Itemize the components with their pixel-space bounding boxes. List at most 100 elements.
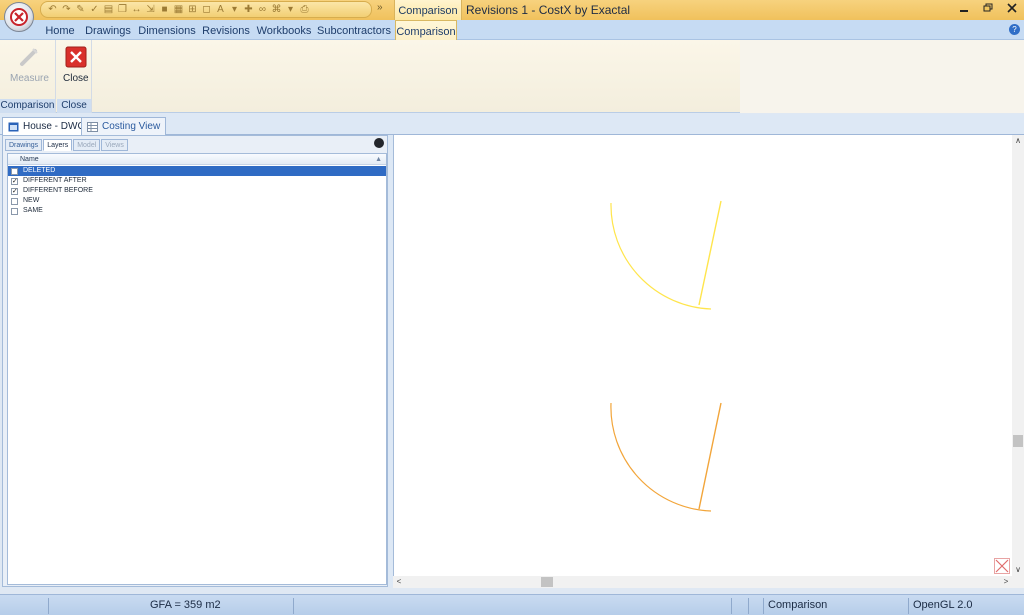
application-menu-button[interactable]: [4, 2, 34, 32]
add-icon[interactable]: ✚: [243, 4, 254, 15]
status-mode: Comparison: [768, 599, 828, 611]
column-header-name[interactable]: Name ▲: [8, 154, 386, 165]
doc-tab-label: Costing View: [102, 121, 161, 132]
status-separator: [763, 598, 764, 614]
status-separator: [748, 598, 749, 614]
layer-list: Name ▲ DELETED ✓ DIFFERENT AFTER ✓ DIFFE…: [7, 153, 387, 585]
scroll-down-icon[interactable]: ∨: [1012, 564, 1024, 576]
close-window-button[interactable]: [1000, 0, 1024, 16]
status-separator: [908, 598, 909, 614]
minimize-button[interactable]: [952, 0, 976, 16]
help-icon[interactable]: ?: [1009, 24, 1020, 35]
spreadsheet-icon: [87, 121, 98, 132]
restore-button[interactable]: [976, 0, 1000, 16]
scroll-right-icon[interactable]: >: [1000, 576, 1012, 588]
status-separator: [731, 598, 732, 614]
grid-icon[interactable]: ⊞: [187, 4, 198, 15]
status-bar: GFA = 359 m2 Comparison OpenGL 2.0: [0, 594, 1024, 615]
layer-name: DELETED: [23, 167, 56, 174]
panel-tab-model[interactable]: Model: [73, 139, 101, 151]
toolbar-overflow[interactable]: »: [377, 2, 383, 13]
document-tab-bar: House - DWG 2 Costing View: [0, 114, 1024, 135]
ribbon-tab-row: Home Drawings Dimensions Revisions Workb…: [0, 20, 1024, 41]
close-icon: [1007, 3, 1017, 13]
panel-tab-drawings[interactable]: Drawings: [5, 139, 43, 151]
tab-dimensions[interactable]: Dimensions: [137, 20, 197, 40]
status-separator: [293, 598, 294, 614]
group-label-comparison: Comparison: [0, 99, 55, 113]
vertical-scroll-thumb[interactable]: [1013, 435, 1023, 447]
door-leaf-line-before: [698, 402, 722, 510]
table-icon[interactable]: ▦: [173, 4, 184, 15]
context-tab-title: Comparison: [394, 0, 462, 20]
doc-tab-costing-view[interactable]: Costing View: [81, 117, 167, 135]
zoom-extents-icon[interactable]: [994, 558, 1010, 574]
save-icon[interactable]: ■: [159, 4, 170, 15]
panel-tab-layers[interactable]: Layers: [43, 139, 73, 151]
ribbon-group-comparison: Measure Comparison: [0, 40, 56, 113]
door-swing-arc-after: [610, 202, 712, 310]
print-icon[interactable]: ⎙: [299, 4, 310, 15]
resize-icon[interactable]: ⇲: [145, 4, 156, 15]
scroll-up-icon[interactable]: ∧: [1012, 135, 1024, 147]
link-icon[interactable]: ∞: [257, 4, 268, 15]
door-swing-arc-before: [610, 402, 712, 512]
paint-icon[interactable]: ✎: [75, 4, 86, 15]
tab-comparison[interactable]: Comparison: [395, 20, 457, 41]
undo-icon[interactable]: ↶: [47, 4, 58, 15]
select-icon[interactable]: ◻: [201, 4, 212, 15]
tab-workbooks[interactable]: Workbooks: [255, 20, 313, 40]
layer-row-deleted[interactable]: DELETED: [8, 166, 386, 176]
panel-pin-icon[interactable]: [374, 138, 384, 148]
scroll-left-icon[interactable]: <: [393, 576, 405, 588]
layer-name: NEW: [23, 197, 40, 204]
dropdown-arrow-icon[interactable]: ▾: [285, 4, 296, 15]
restore-icon: [983, 3, 993, 12]
ribbon-group-close: Close Close: [57, 40, 92, 113]
door-leaf-line-after: [698, 200, 722, 306]
tab-revisions[interactable]: Revisions: [201, 20, 251, 40]
measure-button[interactable]: Measure: [10, 46, 49, 84]
tab-home[interactable]: Home: [40, 20, 80, 40]
copy-icon[interactable]: ❐: [117, 4, 128, 15]
group-label-close: Close: [57, 99, 91, 113]
ribbon: Measure Comparison Close Close: [0, 40, 1024, 113]
panel-tabs: Drawings Layers Model Views: [5, 139, 129, 151]
vertical-scrollbar[interactable]: ∧ ∨: [1012, 135, 1024, 576]
layer-checkbox[interactable]: ✓: [11, 177, 18, 185]
measure-icon: [20, 48, 39, 66]
drawing-view: [610, 200, 722, 512]
tab-subcontractors[interactable]: Subcontractors: [317, 20, 391, 40]
layer-row-new[interactable]: NEW: [8, 196, 386, 206]
horizontal-scroll-thumb[interactable]: [541, 577, 553, 587]
brush-icon[interactable]: ⌘: [271, 4, 282, 15]
layer-checkbox[interactable]: ✓: [11, 187, 18, 195]
layer-row-same[interactable]: SAME: [8, 206, 386, 216]
costx-logo-icon: [10, 8, 28, 26]
panel-tab-views[interactable]: Views: [101, 139, 128, 151]
minimize-icon: [960, 10, 968, 12]
status-gfa: GFA = 359 m2: [150, 599, 221, 611]
stamp-icon[interactable]: ▤: [103, 4, 114, 15]
tab-drawings[interactable]: Drawings: [84, 20, 132, 40]
close-label: Close: [63, 73, 89, 84]
redo-icon[interactable]: ↷: [61, 4, 72, 15]
layer-checkbox[interactable]: [11, 197, 18, 205]
layer-checkbox[interactable]: [11, 207, 18, 215]
layers-panel: Drawings Layers Model Views Name ▲ DELET…: [2, 135, 388, 587]
check-icon[interactable]: ✓: [89, 4, 100, 15]
text-icon[interactable]: A: [215, 4, 226, 15]
close-comparison-button[interactable]: Close: [63, 46, 89, 84]
drawing-canvas[interactable]: [393, 135, 1012, 576]
layer-checkbox[interactable]: [11, 167, 18, 175]
measure-label: Measure: [10, 73, 49, 84]
layer-row-different-before[interactable]: ✓ DIFFERENT BEFORE: [8, 186, 386, 196]
layer-row-different-after[interactable]: ✓ DIFFERENT AFTER: [8, 176, 386, 186]
scrollbar-corner: [1012, 576, 1024, 588]
status-renderer: OpenGL 2.0: [913, 599, 973, 611]
horizontal-scrollbar[interactable]: < >: [393, 576, 1012, 588]
arrow-left-right-icon[interactable]: ↔: [131, 4, 142, 15]
dropdown-arrow-icon[interactable]: ▾: [229, 4, 240, 15]
layer-name: DIFFERENT AFTER: [23, 177, 87, 184]
ribbon-empty-area: [740, 40, 1024, 113]
